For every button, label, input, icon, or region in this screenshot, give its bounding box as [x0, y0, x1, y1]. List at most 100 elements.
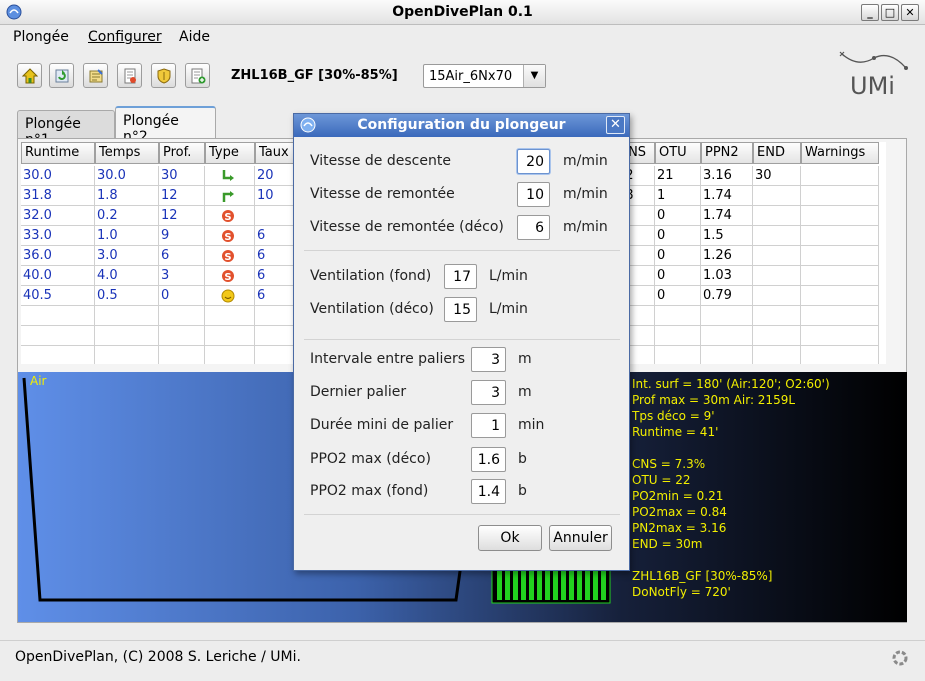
- stat-line: ZHL16B_GF [30%-85%]: [632, 569, 773, 583]
- table-cell-runtime: 30.0: [21, 166, 95, 186]
- tab-dive-1[interactable]: Plongée n°1: [17, 110, 115, 148]
- close-button[interactable]: ✕: [901, 4, 919, 21]
- field-unit: b: [518, 451, 527, 467]
- title-bar[interactable]: OpenDivePlan 0.1 _ □ ✕: [0, 0, 925, 25]
- table-cell-prof: [159, 326, 205, 346]
- stat-line: PO2min = 0.21: [632, 489, 724, 503]
- gauge-bar: [505, 570, 510, 600]
- col-runtime[interactable]: Runtime: [21, 142, 95, 164]
- field-label: Vitesse de remontée: [310, 186, 455, 202]
- gauge-bar: [561, 570, 566, 600]
- field-unit: L/min: [489, 301, 528, 317]
- ascent-icon: [205, 186, 255, 206]
- tab-dive-2[interactable]: Plongée n°2: [115, 106, 216, 145]
- field-input[interactable]: 10: [517, 182, 550, 207]
- field-label: Ventilation (déco): [310, 301, 434, 317]
- note-icon: [89, 69, 103, 83]
- table-cell-otu: 21: [655, 166, 701, 186]
- table-cell-warn: [801, 346, 879, 364]
- ok-button[interactable]: Ok: [478, 525, 542, 551]
- table-cell-temps: [95, 306, 159, 326]
- gas-label: Air: [30, 374, 47, 388]
- col-end[interactable]: END: [753, 142, 801, 164]
- table-cell-temps: 0.2: [95, 206, 159, 226]
- stat-line: Int. surf = 180' (Air:120'; O2:60'): [632, 377, 830, 391]
- table-cell-ppn2: 1.03: [701, 266, 753, 286]
- table-cell-runtime: [21, 346, 95, 364]
- field-input[interactable]: 3: [471, 380, 506, 405]
- table-cell-warn: [801, 226, 879, 246]
- minimize-button[interactable]: _: [861, 4, 879, 21]
- col-warnings[interactable]: Warnings: [801, 142, 879, 164]
- menu-configurer[interactable]: Configurer: [88, 29, 162, 45]
- col-ppn2[interactable]: PPN2: [701, 142, 753, 164]
- table-cell-warn: [801, 286, 879, 306]
- refresh-button[interactable]: [49, 63, 74, 88]
- chevron-down-icon[interactable]: ▼: [523, 65, 545, 87]
- field-input[interactable]: 3: [471, 347, 506, 372]
- col-otu[interactable]: OTU: [655, 142, 701, 164]
- shield-button[interactable]: [151, 63, 176, 88]
- separator: [304, 514, 620, 515]
- gauge-bar: [577, 570, 582, 600]
- table-cell-type: [205, 346, 255, 364]
- gauge-bar: [593, 570, 598, 600]
- field-input[interactable]: 15: [444, 297, 477, 322]
- table-cell-ppn2: 3.16: [701, 166, 753, 186]
- umi-logo: UMi: [836, 48, 912, 100]
- field-input[interactable]: 1.6: [471, 447, 506, 472]
- field-label: Dernier palier: [310, 384, 407, 400]
- field-input[interactable]: 6: [517, 215, 550, 240]
- table-cell-temps: 1.0: [95, 226, 159, 246]
- field-input[interactable]: 20: [517, 149, 550, 174]
- gas-mix-select[interactable]: 15Air_6Nx70 ▼: [423, 64, 546, 88]
- cancel-button[interactable]: Annuler: [549, 525, 612, 551]
- field-input[interactable]: 1.4: [471, 479, 506, 504]
- table-cell-temps: 1.8: [95, 186, 159, 206]
- table-cell-end: [753, 286, 801, 306]
- menu-aide[interactable]: Aide: [179, 29, 210, 45]
- document-button[interactable]: [117, 63, 142, 88]
- add-document-button[interactable]: [185, 63, 210, 88]
- table-cell-prof: [159, 306, 205, 326]
- table-cell-temps: 3.0: [95, 246, 159, 266]
- toolbar: ZHL16B_GF [30%-85%] 15Air_6Nx70 ▼: [0, 56, 925, 96]
- field-input[interactable]: 1: [471, 413, 506, 438]
- gas-gauge: [494, 569, 608, 601]
- dialog-title-bar[interactable]: Configuration du plongeur ✕: [294, 114, 629, 137]
- table-cell-warn: [801, 306, 879, 326]
- note-button[interactable]: [83, 63, 108, 88]
- dialog-close-button[interactable]: ✕: [606, 116, 625, 134]
- svg-text:S: S: [224, 232, 231, 243]
- table-cell-runtime: 31.8: [21, 186, 95, 206]
- menu-bar: Plongée Configurer Aide: [0, 26, 925, 49]
- descent-icon: [205, 166, 255, 186]
- col-temps[interactable]: Temps: [95, 142, 159, 164]
- gauge-bar: [545, 570, 550, 600]
- stop-icon: S: [205, 226, 255, 246]
- table-cell-otu: 0: [655, 286, 701, 306]
- field-label: Durée mini de palier: [310, 417, 454, 433]
- table-cell-ppn2: [701, 346, 753, 364]
- svg-text:S: S: [224, 252, 231, 263]
- table-cell-prof: 6: [159, 246, 205, 266]
- col-prof[interactable]: Prof.: [159, 142, 205, 164]
- table-cell-warn: [801, 326, 879, 346]
- home-button[interactable]: [17, 63, 42, 88]
- separator: [304, 339, 620, 340]
- table-cell-runtime: [21, 326, 95, 346]
- gauge-bar: [513, 570, 518, 600]
- maximize-button[interactable]: □: [881, 4, 899, 21]
- stop-icon: S: [205, 246, 255, 266]
- table-cell-type: [205, 326, 255, 346]
- menu-plongee[interactable]: Plongée: [13, 29, 69, 45]
- table-cell-end: [753, 326, 801, 346]
- col-type[interactable]: Type: [205, 142, 255, 164]
- field-input[interactable]: 17: [444, 264, 477, 289]
- main-window: OpenDivePlan 0.1 _ □ ✕ Plongée Configure…: [0, 0, 925, 681]
- stat-line: Runtime = 41': [632, 425, 719, 439]
- table-cell-prof: 30: [159, 166, 205, 186]
- table-cell-ppn2: 1.5: [701, 226, 753, 246]
- separator: [304, 250, 620, 251]
- table-cell-runtime: 33.0: [21, 226, 95, 246]
